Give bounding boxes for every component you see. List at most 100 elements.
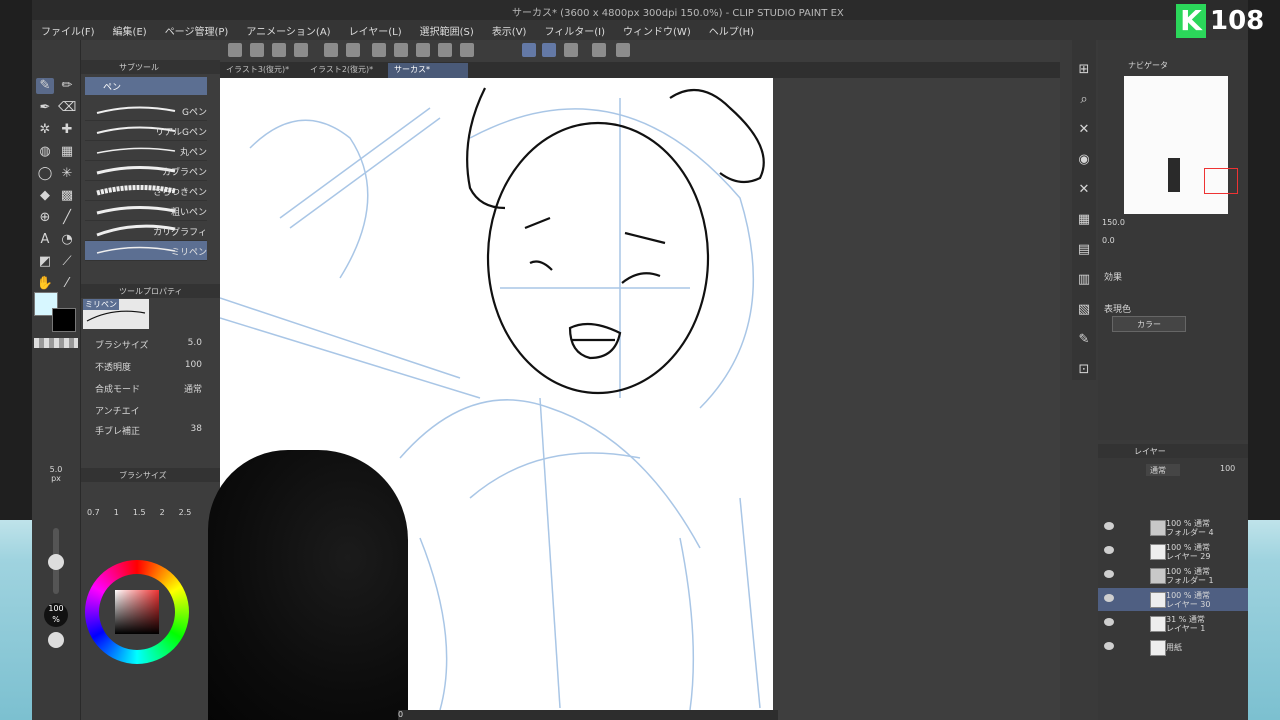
layer-opacity[interactable]: 100 bbox=[1220, 464, 1235, 473]
info-icon[interactable]: ⊡ bbox=[1075, 362, 1093, 378]
grid-icon[interactable]: ▦ bbox=[1075, 212, 1093, 228]
figure-tool-icon[interactable]: ▦ bbox=[58, 144, 76, 160]
visibility-eye-icon[interactable] bbox=[1104, 594, 1114, 602]
snap-ruler-icon[interactable] bbox=[522, 43, 536, 57]
settings-icon[interactable] bbox=[592, 43, 606, 57]
layers-panel-icon[interactable]: ▥ bbox=[1075, 272, 1093, 288]
menu-layer[interactable]: レイヤー(L) bbox=[340, 20, 411, 40]
color-square[interactable] bbox=[115, 590, 159, 634]
eyedropper-tool-icon[interactable]: ⁄ bbox=[58, 276, 76, 292]
menu-selection[interactable]: 選択範囲(S) bbox=[411, 20, 483, 40]
subtool-group-tab[interactable]: ペン bbox=[85, 77, 207, 95]
menu-view[interactable]: 表示(V) bbox=[483, 20, 536, 40]
brush-maru-pen[interactable]: 丸ペン bbox=[85, 141, 207, 161]
menu-page[interactable]: ページ管理(P) bbox=[156, 20, 238, 40]
brush-coarse-pen[interactable]: 粗いペン bbox=[85, 201, 207, 221]
frame-tool-icon[interactable]: ◩ bbox=[36, 254, 54, 270]
close-panel-icon[interactable]: ✕ bbox=[1075, 182, 1093, 198]
blend-tool-icon[interactable]: ◍ bbox=[36, 144, 54, 160]
blend-mode-row[interactable]: 合成モード 通常 bbox=[81, 378, 220, 398]
visibility-eye-icon[interactable] bbox=[1104, 522, 1114, 530]
open-icon[interactable] bbox=[250, 43, 264, 57]
expression-color-select[interactable]: カラー bbox=[1112, 316, 1186, 332]
undo-icon[interactable] bbox=[324, 43, 338, 57]
line-tool-icon[interactable]: ╱ bbox=[58, 210, 76, 226]
camera-icon[interactable]: ◉ bbox=[1075, 152, 1093, 168]
clear-icon[interactable] bbox=[372, 43, 386, 57]
size-slider-thumb[interactable] bbox=[48, 554, 64, 570]
brush-gpen[interactable]: Gペン bbox=[85, 101, 207, 121]
layer-row-paper[interactable]: 用紙 bbox=[1098, 636, 1248, 659]
search-layer-icon[interactable]: ⌕ bbox=[1075, 92, 1093, 108]
save-icon[interactable] bbox=[272, 43, 286, 57]
layer-row-folder4[interactable]: 100 % 通常 フォルダー 4 bbox=[1098, 516, 1248, 539]
color-wheel[interactable] bbox=[85, 560, 189, 664]
material-icon[interactable]: ✕ bbox=[1075, 122, 1093, 138]
transform-icon[interactable] bbox=[416, 43, 430, 57]
auto-select-icon[interactable]: ✳ bbox=[58, 166, 76, 182]
deselect-icon[interactable] bbox=[438, 43, 452, 57]
brush-size-row[interactable]: ブラシサイズ 5.0 bbox=[81, 334, 220, 354]
brush-tool-icon[interactable]: ✒ bbox=[36, 100, 54, 116]
menu-animation[interactable]: アニメーション(A) bbox=[237, 20, 339, 40]
new-file-icon[interactable] bbox=[228, 43, 242, 57]
layer-row-29[interactable]: 100 % 通常 レイヤー 29 bbox=[1098, 540, 1248, 563]
fill-icon[interactable] bbox=[394, 43, 408, 57]
fill-tool-icon[interactable]: ◆ bbox=[36, 188, 54, 204]
auto-action-icon[interactable]: ▧ bbox=[1075, 302, 1093, 318]
sub-color-swatch[interactable] bbox=[52, 308, 76, 332]
navigator-preview[interactable] bbox=[1124, 76, 1238, 214]
assets-icon[interactable] bbox=[616, 43, 630, 57]
view-rectangle[interactable] bbox=[1204, 168, 1238, 194]
menu-edit[interactable]: 編集(E) bbox=[104, 20, 156, 40]
menu-file[interactable]: ファイル(F) bbox=[32, 20, 104, 40]
tab-illust3[interactable]: イラスト3(復元)* bbox=[220, 63, 304, 78]
decoration-tool-icon[interactable]: ✲ bbox=[36, 122, 54, 138]
canvas-area[interactable]: イラスト3(復元)* イラスト2(復元)* サーカス* 0 bbox=[208, 62, 1060, 720]
opacity-slider-thumb[interactable] bbox=[48, 632, 64, 648]
lasso-tool-icon[interactable]: ◯ bbox=[36, 166, 54, 182]
layer-row-folder1[interactable]: 100 % 通常 フォルダー 1 bbox=[1098, 564, 1248, 587]
brush-calligraphy[interactable]: カリグラフィ bbox=[85, 221, 207, 241]
antialias-row[interactable]: アンチエイ bbox=[81, 400, 220, 420]
snap-grid-icon[interactable] bbox=[564, 43, 578, 57]
tab-circus[interactable]: サーカス* bbox=[388, 63, 468, 78]
export-icon[interactable] bbox=[294, 43, 308, 57]
brush-rough-pen[interactable]: さらつきペン bbox=[85, 181, 207, 201]
eraser-tool-icon[interactable]: ⌫ bbox=[58, 100, 76, 116]
visibility-eye-icon[interactable] bbox=[1104, 546, 1114, 554]
menu-help[interactable]: ヘルプ(H) bbox=[700, 20, 763, 40]
layer-row-1[interactable]: 31 % 通常 レイヤー 1 bbox=[1098, 612, 1248, 635]
ruler-tool-icon[interactable]: ⟋ bbox=[58, 254, 76, 270]
visibility-eye-icon[interactable] bbox=[1104, 618, 1114, 626]
tab-illust2[interactable]: イラスト2(復元)* bbox=[304, 63, 388, 78]
visibility-eye-icon[interactable] bbox=[1104, 642, 1114, 650]
layer-property-icon[interactable]: ⊞ bbox=[1075, 62, 1093, 78]
layer-blend-select[interactable]: 通常 bbox=[1146, 464, 1180, 476]
zoom-readout[interactable]: 150.0 bbox=[1102, 218, 1125, 227]
balloon-tool-icon[interactable]: ◔ bbox=[58, 232, 76, 248]
brush-kabura-pen[interactable]: カブラペン bbox=[85, 161, 207, 181]
brush-milli-pen[interactable]: ミリペン bbox=[85, 241, 207, 261]
opacity-row[interactable]: 不透明度 100 bbox=[81, 356, 220, 376]
transparent-color-swatch[interactable] bbox=[34, 338, 78, 348]
stabilization-row[interactable]: 手ブレ補正 38 bbox=[81, 420, 220, 440]
edit-icon[interactable]: ✎ bbox=[1075, 332, 1093, 348]
rotation-readout[interactable]: 0.0 bbox=[1102, 236, 1115, 245]
gradient-tool-icon[interactable]: ▩ bbox=[58, 188, 76, 204]
layer-row-30[interactable]: 100 % 通常 レイヤー 30 bbox=[1098, 588, 1248, 611]
redo-icon[interactable] bbox=[346, 43, 360, 57]
history-icon[interactable]: ▤ bbox=[1075, 242, 1093, 258]
operation-tool-icon[interactable]: ⊕ bbox=[36, 210, 54, 226]
crop-icon[interactable] bbox=[460, 43, 474, 57]
menu-filter[interactable]: フィルター(I) bbox=[535, 20, 614, 40]
hand-tool-icon[interactable]: ✋ bbox=[36, 276, 54, 292]
snap-special-ruler-icon[interactable] bbox=[542, 43, 556, 57]
visibility-eye-icon[interactable] bbox=[1104, 570, 1114, 578]
menu-window[interactable]: ウィンドウ(W) bbox=[614, 20, 700, 40]
pencil-tool-icon[interactable]: ✏ bbox=[58, 78, 76, 94]
move-tool-icon[interactable]: ✚ bbox=[58, 122, 76, 138]
pen-tool-icon[interactable]: ✎ bbox=[36, 78, 54, 94]
brush-real-gpen[interactable]: リアルGペン bbox=[85, 121, 207, 141]
text-tool-icon[interactable]: A bbox=[36, 232, 54, 248]
